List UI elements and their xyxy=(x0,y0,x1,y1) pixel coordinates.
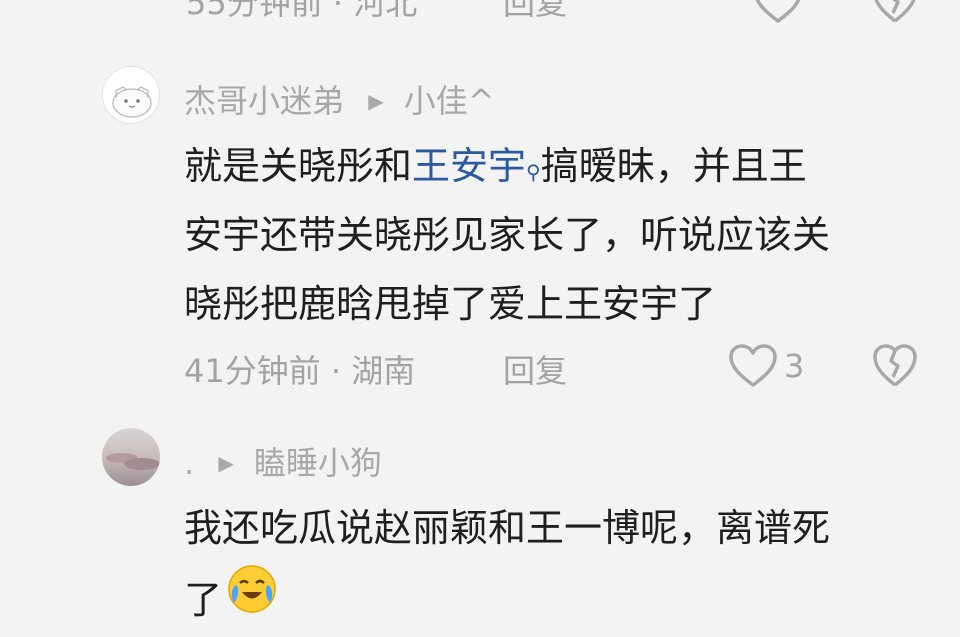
search-icon: ⚲ xyxy=(526,160,541,184)
crying-laughing-emoji-icon xyxy=(226,563,278,637)
top-comment-meta: 55分钟前 · 河北 xyxy=(186,0,417,24)
comment-author-row: . ▶ 瞌睡小狗 xyxy=(184,438,382,484)
comment-line-2: 了 xyxy=(184,563,830,637)
avatar[interactable] xyxy=(102,428,160,486)
heart-outline-icon xyxy=(728,344,778,388)
comment-author[interactable]: . xyxy=(184,444,194,482)
comment-line-3: 晓彤把鹿晗甩掉了爱上王安宇了 xyxy=(184,282,717,326)
avatar[interactable] xyxy=(102,66,160,124)
comment-author[interactable]: 杰哥小迷弟 xyxy=(184,82,344,120)
comment-location: 湖南 xyxy=(351,352,416,390)
reply-to-user[interactable]: 瞌睡小狗 xyxy=(254,444,382,482)
search-link[interactable]: 王安宇⚲ xyxy=(412,144,541,188)
dislike-button[interactable] xyxy=(872,0,918,24)
like-button[interactable]: 3 xyxy=(728,344,804,388)
comment-meta: 41分钟前 · 湖南 xyxy=(184,352,416,390)
dislike-button[interactable] xyxy=(872,344,918,388)
broken-heart-icon xyxy=(872,0,918,24)
heart-outline-icon xyxy=(753,0,803,24)
reply-button[interactable]: 回复 xyxy=(503,346,567,392)
comment-time: 55分钟前 xyxy=(186,0,323,22)
comment-line-2: 安宇还带关晓彤见家长了，听说应该关 xyxy=(184,213,831,257)
comment-text: 我还吃瓜说赵丽颖和王一博呢，离谱死 了 xyxy=(184,494,830,637)
comment-line-1: 就是关晓彤和王安宇⚲搞暧昧，并且王 xyxy=(184,144,807,188)
comment-location: 河北 xyxy=(353,0,418,22)
reply-button[interactable]: 回复 xyxy=(503,0,567,24)
triangle-right-icon: ▶ xyxy=(218,451,234,475)
comment-author-row: 杰哥小迷弟 ▶ 小佳^ xyxy=(184,76,495,122)
reply-to-user[interactable]: 小佳^ xyxy=(404,82,495,120)
comment-time: 41分钟前 xyxy=(184,352,321,390)
like-count: 3 xyxy=(784,347,805,385)
comment-line-1: 我还吃瓜说赵丽颖和王一博呢，离谱死 xyxy=(184,506,831,550)
broken-heart-icon xyxy=(872,344,918,388)
comment-text: 就是关晓彤和王安宇⚲搞暧昧，并且王 安宇还带关晓彤见家长了，听说应该关 晓彤把鹿… xyxy=(184,132,830,339)
like-button[interactable] xyxy=(753,0,803,24)
triangle-right-icon: ▶ xyxy=(368,89,384,113)
